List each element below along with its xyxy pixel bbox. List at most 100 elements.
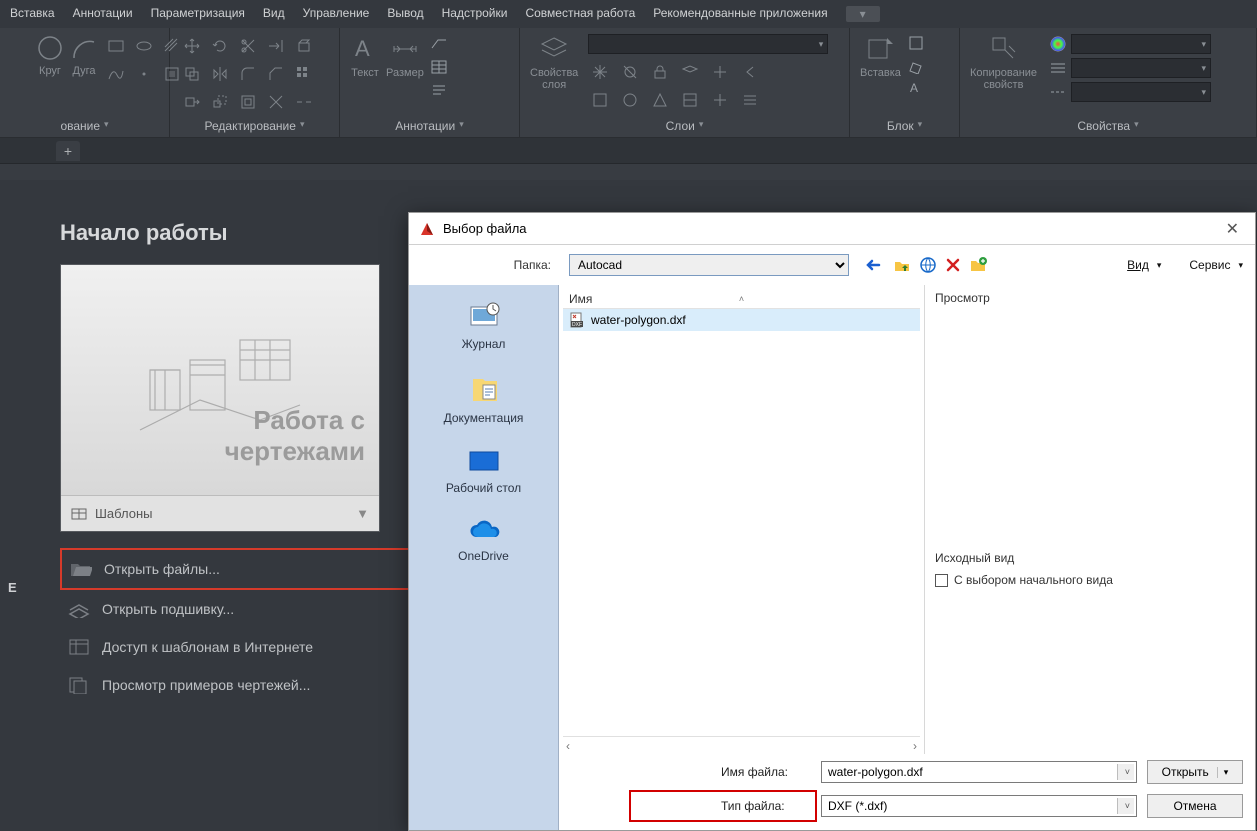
rect-icon[interactable] (104, 34, 128, 58)
tool-circle[interactable]: Круг (36, 34, 64, 77)
menu-addins[interactable]: Надстройки (442, 6, 508, 22)
layer-tool-d-icon[interactable] (678, 88, 702, 112)
filetype-dropdown[interactable]: DXF (*.dxf) ˅ (821, 795, 1137, 817)
spline-icon[interactable] (104, 62, 128, 86)
layer-lock-icon[interactable] (648, 60, 672, 84)
svg-text:DXF: DXF (572, 322, 582, 328)
block-create-icon[interactable] (907, 34, 925, 52)
lineweight-dropdown[interactable] (1071, 58, 1211, 78)
layers-icon (539, 34, 569, 64)
ellipse-icon[interactable] (132, 34, 156, 58)
place-desktop[interactable]: Рабочий стол (409, 439, 558, 505)
tool-dim[interactable]: Размер (386, 34, 424, 79)
layer-freeze-icon[interactable] (588, 60, 612, 84)
scale-icon[interactable] (208, 90, 232, 114)
array-icon[interactable] (292, 62, 316, 86)
tool-insert[interactable]: Вставка (860, 34, 901, 79)
chamfer-icon[interactable] (264, 62, 288, 86)
lineweight-icon[interactable] (1049, 59, 1067, 77)
layer-tool-a-icon[interactable] (588, 88, 612, 112)
layer-prev-icon[interactable] (738, 60, 762, 84)
copy-icon[interactable] (180, 62, 204, 86)
close-button[interactable]: ✕ (1220, 217, 1245, 241)
linetype-icon[interactable] (1049, 83, 1067, 101)
layer-dropdown[interactable] (588, 34, 828, 54)
fillet-icon[interactable] (236, 62, 260, 86)
block-edit-icon[interactable] (907, 56, 925, 74)
web-icon[interactable] (919, 256, 937, 274)
horizontal-scrollbar[interactable]: ‹› (563, 736, 920, 754)
filename-input[interactable]: water-polygon.dxf ˅ (821, 761, 1137, 783)
menu-blank-tab[interactable]: ▾ (846, 6, 880, 22)
delete-icon[interactable] (945, 257, 961, 273)
up-folder-icon[interactable] (893, 256, 911, 274)
panel-props-title[interactable]: Свойства (970, 115, 1246, 133)
place-onedrive[interactable]: OneDrive (409, 509, 558, 573)
panel-annot-title[interactable]: Аннотации (350, 115, 509, 133)
menu-bar: Вставка Аннотации Параметризация Вид Упр… (0, 0, 1257, 28)
tools-menu[interactable]: Сервис (1189, 258, 1243, 272)
erase-icon[interactable] (292, 34, 316, 58)
layer-off-icon[interactable] (618, 60, 642, 84)
menu-collab[interactable]: Совместная работа (525, 6, 635, 22)
start-card[interactable]: Работа счертежами Шаблоны ▼ (60, 264, 380, 532)
file-item[interactable]: DXF water-polygon.dxf (563, 309, 920, 331)
menu-parametrize[interactable]: Параметризация (151, 6, 245, 22)
back-icon[interactable] (865, 256, 885, 274)
open-files-label: Открыть файлы... (104, 561, 220, 577)
panel-block-title[interactable]: Блок (860, 115, 949, 133)
folder-dropdown[interactable]: Autocad (569, 254, 849, 276)
panel-layers-title[interactable]: Слои (530, 115, 839, 133)
color-dropdown[interactable] (1071, 34, 1211, 54)
tool-arc[interactable]: Дуга (70, 34, 98, 77)
panel-draw-title[interactable]: ование (10, 115, 159, 133)
menu-view[interactable]: Вид (263, 6, 285, 22)
layer-tool-e-icon[interactable] (708, 88, 732, 112)
move-icon[interactable] (180, 34, 204, 58)
place-docs[interactable]: Документация (409, 365, 558, 435)
offset-icon[interactable] (236, 90, 260, 114)
menu-manage[interactable]: Управление (303, 6, 370, 22)
templates-dropdown[interactable]: Шаблоны ▼ (61, 495, 379, 531)
trim-icon[interactable] (236, 34, 260, 58)
panel-edit-title[interactable]: Редактирование (180, 115, 329, 133)
leader-icon[interactable] (430, 34, 448, 52)
linetype-dropdown[interactable] (1071, 82, 1211, 102)
layer-props[interactable]: Свойства слоя (530, 34, 578, 91)
new-tab-button[interactable]: + (56, 141, 80, 161)
origin-view-checkbox[interactable]: С выбором начального вида (935, 573, 1245, 587)
explode-icon[interactable] (264, 90, 288, 114)
panel-block: Вставка A Блок (850, 28, 960, 137)
tool-matchprops[interactable]: Копирование свойств (970, 34, 1037, 91)
menu-featured[interactable]: Рекомендованные приложения (653, 6, 827, 22)
menu-insert[interactable]: Вставка (10, 6, 55, 22)
mtext-icon[interactable] (430, 82, 448, 100)
menu-output[interactable]: Вывод (387, 6, 423, 22)
cancel-button[interactable]: Отмена (1147, 794, 1243, 818)
layer-match-icon[interactable] (708, 60, 732, 84)
rotate-icon[interactable] (208, 34, 232, 58)
open-button[interactable]: Открыть (1147, 760, 1243, 784)
layer-iso-icon[interactable] (678, 60, 702, 84)
menu-annotations[interactable]: Аннотации (73, 6, 133, 22)
layer-tool-b-icon[interactable] (618, 88, 642, 112)
place-journal[interactable]: Журнал (409, 291, 558, 361)
extend-icon[interactable] (264, 34, 288, 58)
tool-insert-label: Вставка (860, 67, 901, 79)
layer-tool-f-icon[interactable] (738, 88, 762, 112)
templates-online-icon (68, 638, 90, 656)
point-icon[interactable] (132, 62, 156, 86)
stretch-icon[interactable] (180, 90, 204, 114)
break-icon[interactable] (292, 90, 316, 114)
block-attr-icon[interactable]: A (907, 78, 925, 96)
new-folder-icon[interactable] (969, 256, 987, 274)
tool-text[interactable]: A Текст (350, 34, 380, 79)
layer-tool-c-icon[interactable] (648, 88, 672, 112)
column-header-name[interactable]: Имя ˄ (563, 289, 920, 309)
view-menu[interactable]: Вид (1127, 258, 1161, 272)
tool-arc-label: Дуга (72, 65, 95, 77)
table-icon[interactable] (430, 58, 448, 76)
color-wheel-icon[interactable] (1049, 35, 1067, 53)
mirror-icon[interactable] (208, 62, 232, 86)
tool-unknown[interactable] (10, 34, 30, 74)
